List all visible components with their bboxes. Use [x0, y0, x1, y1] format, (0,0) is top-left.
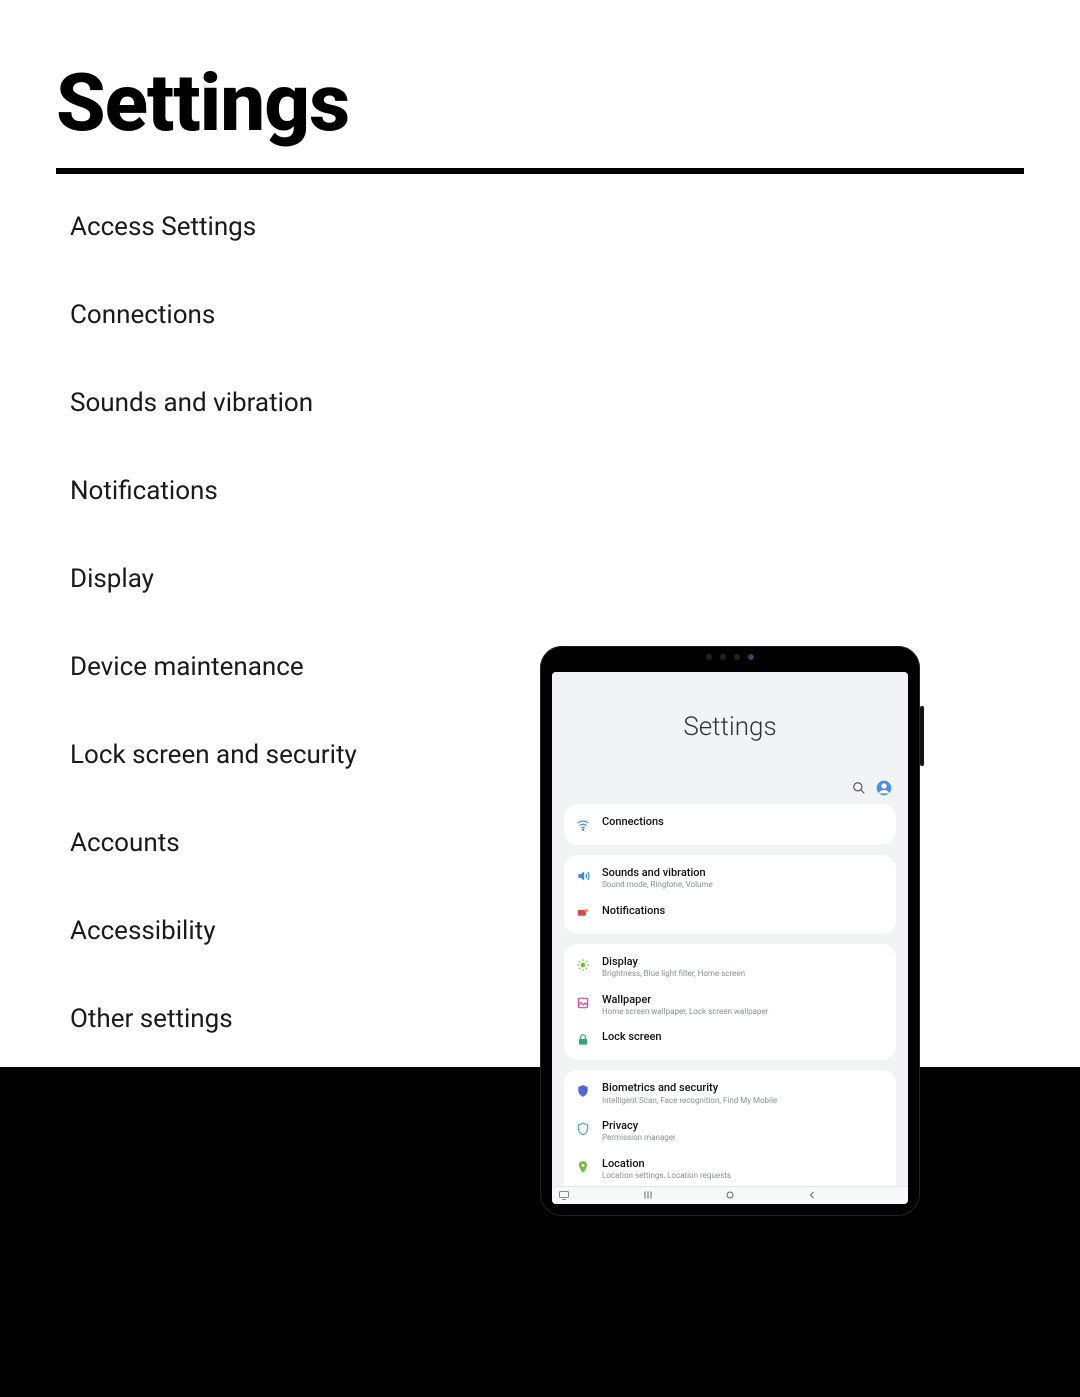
- toc-link-access-settings[interactable]: Access Settings: [70, 212, 357, 242]
- settings-group: Connections Wi-Fi, Bluetooth, Airplane m…: [564, 804, 896, 845]
- location-icon: [574, 1158, 592, 1176]
- settings-group: Display Brightness, Blue light filter, H…: [564, 944, 896, 1061]
- row-title: Biometrics and security: [602, 1081, 882, 1094]
- tablet-sensors: [540, 654, 920, 660]
- document-page: Settings Access Settings Connections Sou…: [0, 0, 1080, 1397]
- settings-row-sounds[interactable]: Sounds and vibration Sound mode, Rington…: [564, 859, 896, 897]
- tablet-device-frame: Settings Connections: [540, 646, 920, 1216]
- account-icon[interactable]: [876, 780, 892, 796]
- row-subtitle: Home screen wallpaper, Lock screen wallp…: [602, 1007, 882, 1017]
- row-subtitle: Permission manager: [602, 1133, 882, 1143]
- page-title: Settings: [56, 56, 349, 150]
- nav-back-icon[interactable]: [806, 1186, 818, 1204]
- title-divider: [56, 168, 1024, 174]
- row-subtitle: Brightness, Blue light filter, Home scre…: [602, 969, 882, 979]
- row-subtitle: Location settings, Location requests: [602, 1171, 882, 1181]
- privacy-icon: [574, 1120, 592, 1138]
- lock-icon: [574, 1031, 592, 1049]
- row-title: Connections: [602, 815, 882, 828]
- toc-link-notifications[interactable]: Notifications: [70, 476, 357, 506]
- settings-group: Sounds and vibration Sound mode, Rington…: [564, 855, 896, 934]
- wifi-icon: [574, 816, 592, 834]
- toc-link-connections[interactable]: Connections: [70, 300, 357, 330]
- settings-header-actions: [852, 780, 892, 796]
- settings-list[interactable]: Connections Wi-Fi, Bluetooth, Airplane m…: [564, 804, 896, 1186]
- settings-row-wallpaper[interactable]: Wallpaper Home screen wallpaper, Lock sc…: [564, 986, 896, 1024]
- android-navbar: [552, 1186, 908, 1204]
- settings-screen-title: Settings: [552, 672, 908, 760]
- tablet-screen: Settings Connections: [552, 672, 908, 1204]
- row-subtitle: Sound mode, Ringtone, Volume: [602, 880, 882, 890]
- notifications-icon: [574, 905, 592, 923]
- nav-home-icon[interactable]: [724, 1186, 736, 1204]
- search-icon[interactable]: [852, 781, 866, 795]
- settings-row-privacy[interactable]: Privacy Permission manager: [564, 1112, 896, 1150]
- display-icon: [574, 956, 592, 974]
- row-title: Sounds and vibration: [602, 866, 882, 879]
- dex-icon[interactable]: [558, 1186, 570, 1204]
- toc-link-lock-screen-and-security[interactable]: Lock screen and security: [70, 740, 357, 770]
- row-title: Privacy: [602, 1119, 882, 1132]
- settings-row-lock-screen[interactable]: Lock screen Screen lock type, Clock styl…: [564, 1023, 896, 1056]
- nav-recents-icon[interactable]: [642, 1186, 654, 1204]
- shield-icon: [574, 1082, 592, 1100]
- toc-link-device-maintenance[interactable]: Device maintenance: [70, 652, 357, 682]
- row-subtitle: Intelligent Scan, Face recognition, Find…: [602, 1096, 882, 1106]
- toc-link-display[interactable]: Display: [70, 564, 357, 594]
- toc-link-other-settings[interactable]: Other settings: [70, 1004, 357, 1034]
- settings-row-notifications[interactable]: Notifications App notifications, Status …: [564, 897, 896, 930]
- settings-row-biometrics[interactable]: Biometrics and security Intelligent Scan…: [564, 1074, 896, 1112]
- toc-link-accessibility[interactable]: Accessibility: [70, 916, 357, 946]
- table-of-contents: Access Settings Connections Sounds and v…: [70, 212, 357, 1034]
- row-title: Wallpaper: [602, 993, 882, 1006]
- sound-icon: [574, 867, 592, 885]
- toc-link-accounts[interactable]: Accounts: [70, 828, 357, 858]
- row-title: Lock screen: [602, 1030, 882, 1043]
- settings-row-location[interactable]: Location Location settings, Location req…: [564, 1150, 896, 1186]
- settings-row-display[interactable]: Display Brightness, Blue light filter, H…: [564, 948, 896, 986]
- row-title: Location: [602, 1157, 882, 1170]
- row-title: Notifications: [602, 904, 882, 917]
- toc-link-sounds-and-vibration[interactable]: Sounds and vibration: [70, 388, 357, 418]
- settings-row-connections[interactable]: Connections Wi-Fi, Bluetooth, Airplane m…: [564, 808, 896, 841]
- settings-group: Biometrics and security Intelligent Scan…: [564, 1070, 896, 1186]
- wallpaper-icon: [574, 994, 592, 1012]
- row-title: Display: [602, 955, 882, 968]
